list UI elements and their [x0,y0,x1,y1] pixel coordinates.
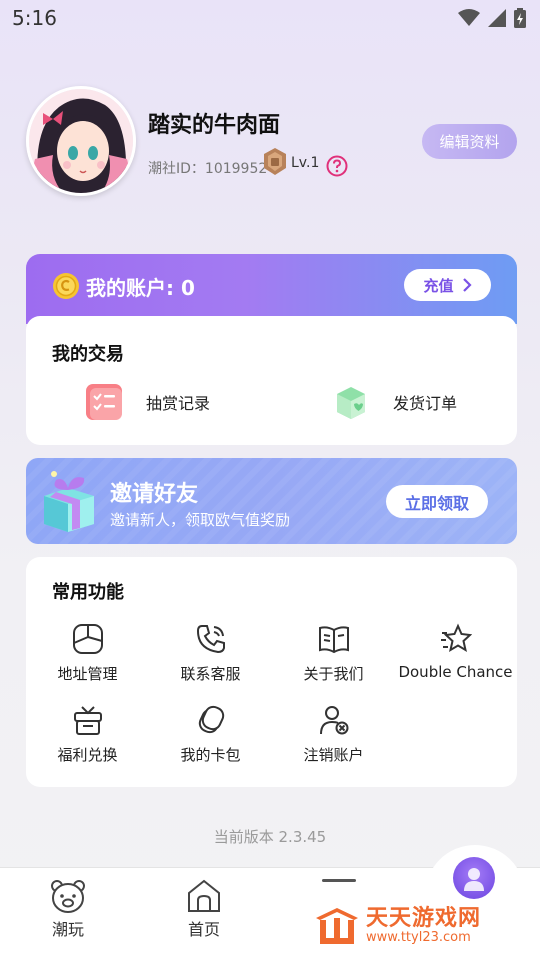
watermark: 天天游戏网 www.ttyl23.com [314,904,514,948]
shipping-orders-label: 发货订单 [393,394,458,413]
draw-records-label: 抽赏记录 [146,394,211,413]
book-icon [318,626,349,654]
trade-card: 我的交易 抽赏记录 发货订单 [26,316,517,445]
nickname: 踏实的牛肉面 [148,113,281,138]
tab-trendy-toys[interactable]: 潮玩 [28,878,108,940]
status-time: 5:16 [12,6,57,30]
user-remove-icon [319,706,348,735]
center-tab-button[interactable] [453,857,495,899]
about-us-item[interactable]: 关于我们 [272,623,395,684]
functions-card: 常用功能 地址管理 联系客服 关于我们 Double Chance 福利兑换 我… [26,557,517,787]
double-chance-label: Double Chance [398,663,513,681]
about-us-label: 关于我们 [303,665,364,683]
address-icon [72,624,103,654]
benefit-exchange-label: 福利兑换 [57,746,118,764]
profile-person-icon [464,868,484,891]
double-chance-item[interactable]: Double Chance [394,623,517,681]
gift-box-icon [73,706,102,735]
package-icon [337,387,365,419]
delete-account-item[interactable]: 注销账户 [272,704,395,765]
gift-illustration-icon [44,471,94,532]
app-version: 当前版本 2.3.45 [213,828,327,846]
avatar[interactable] [26,86,136,196]
avatar-illustration-icon [29,89,133,193]
claim-now-button[interactable]: 立即领取 [386,485,488,518]
chevron-right-icon [462,278,472,292]
account-balance: 我的账户: 0 [86,276,195,300]
tab-trendy-toys-label: 潮玩 [51,920,84,939]
watermark-logo-icon [316,908,358,944]
invite-subtitle: 邀请新人，领取欧气值奖励 [110,511,291,529]
customer-service-item[interactable]: 联系客服 [149,623,272,684]
edit-profile-button[interactable]: 编辑资料 [422,124,517,159]
tab-home-label: 首页 [187,920,220,939]
address-management-item[interactable]: 地址管理 [26,623,149,684]
level-badge: Lv.1 [262,148,319,178]
watermark-name: 天天游戏网 [366,905,482,931]
functions-section-title: 常用功能 [52,582,124,603]
draw-records-item[interactable]: 抽赏记录 [86,384,210,420]
star-icon [440,623,472,653]
recharge-label: 充值 [423,276,454,295]
cards-icon [198,705,224,734]
coin-icon [53,273,79,299]
shipping-orders-item[interactable]: 发货订单 [333,384,457,420]
help-icon[interactable] [326,155,348,181]
watermark-url: www.ttyl23.com [366,929,471,945]
my-cards-label: 我的卡包 [180,746,241,764]
user-id: 潮社ID：1019952 [148,161,268,177]
bronze-medal-icon [264,148,286,175]
wifi-icon [458,9,480,26]
my-cards-item[interactable]: 我的卡包 [149,704,272,765]
bear-icon [51,880,85,913]
home-icon [188,879,220,912]
address-management-label: 地址管理 [57,665,118,683]
tab-home[interactable]: 首页 [164,878,244,940]
benefit-exchange-item[interactable]: 福利兑换 [26,704,149,765]
invite-title: 邀请好友 [110,482,199,507]
checklist-icon [86,384,122,420]
signal-icon [488,9,506,27]
customer-service-label: 联系客服 [180,665,241,683]
tab-partial-icon [322,879,356,882]
delete-account-label: 注销账户 [303,746,364,764]
invite-banner[interactable]: 邀请好友 邀请新人，领取欧气值奖励 立即领取 [26,458,517,544]
trade-section-title: 我的交易 [52,344,124,365]
status-icons [458,8,526,28]
level-text: Lv.1 [291,155,320,171]
account-card: 我的账户: 0 充值 [26,254,517,324]
battery-icon [514,8,526,28]
status-bar: 5:16 [0,0,540,36]
recharge-button[interactable]: 充值 [404,269,491,301]
phone-icon [196,625,225,654]
